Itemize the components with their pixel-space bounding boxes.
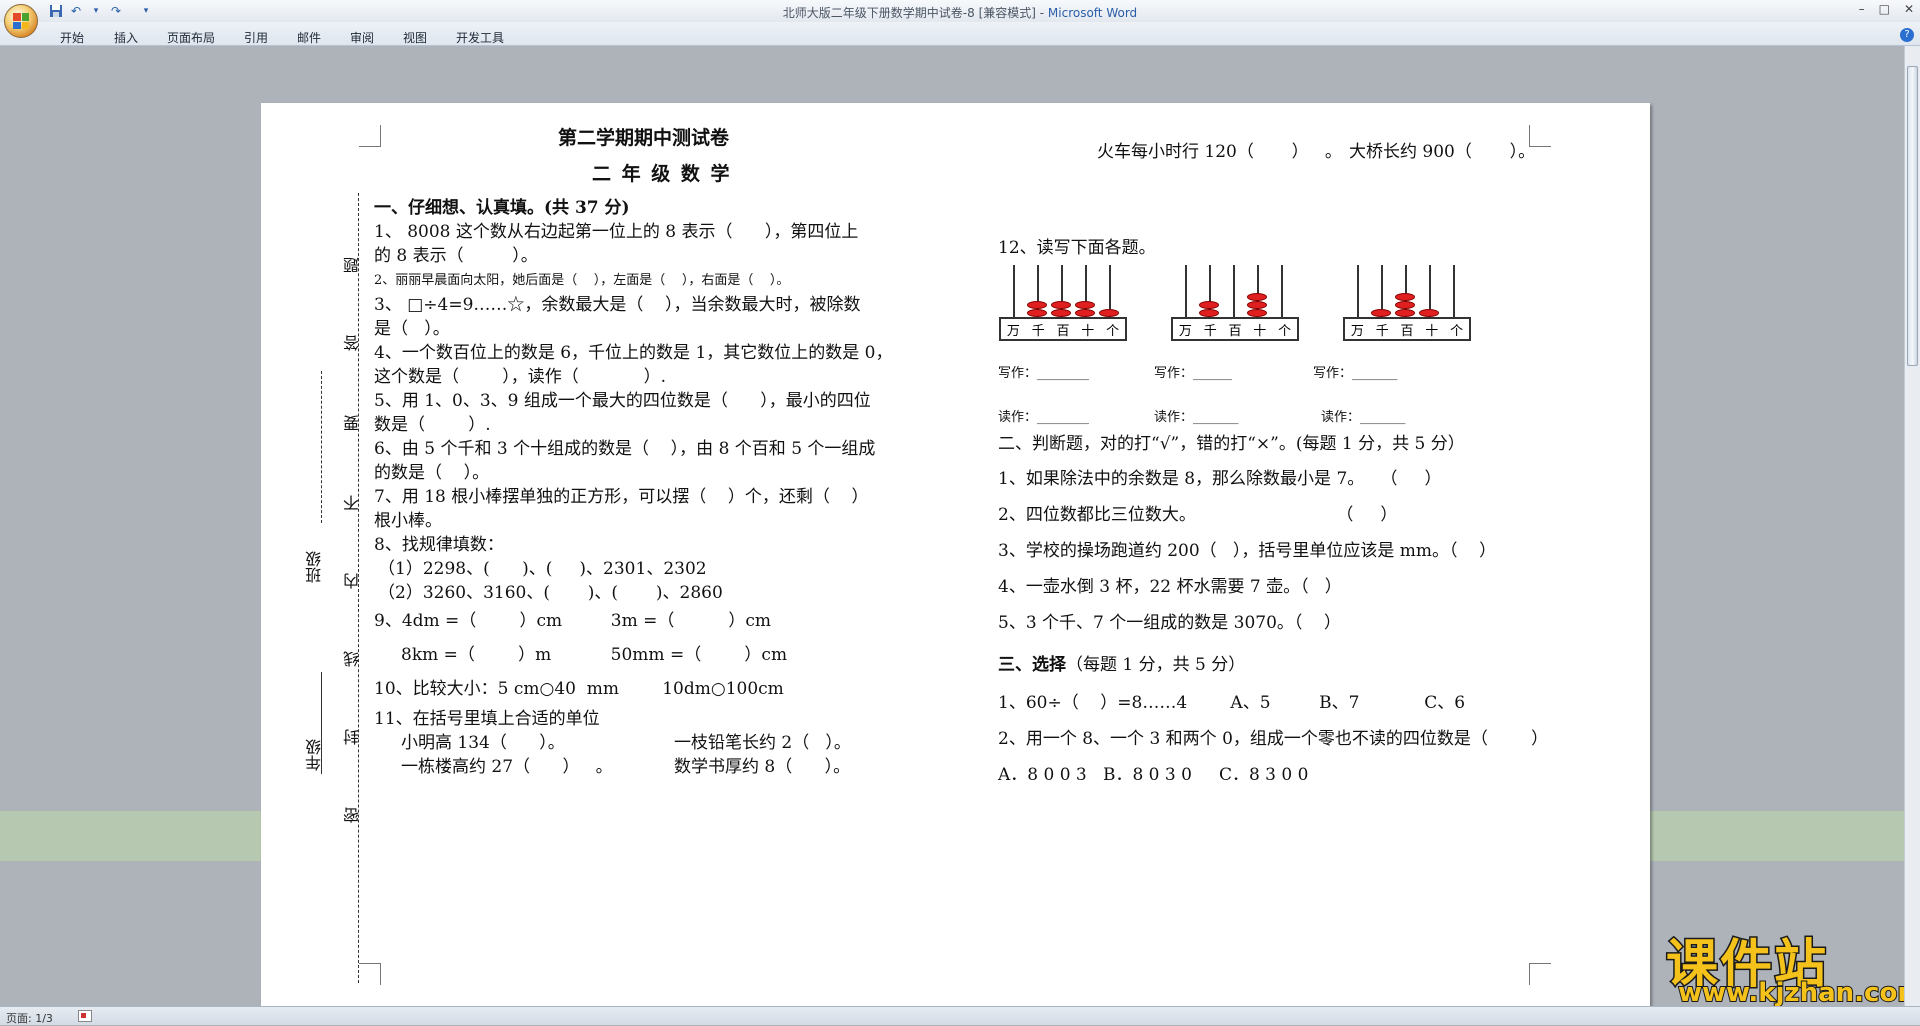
close-button[interactable]: ✕ <box>1904 2 1914 16</box>
window-title: 北师大版二年级下册数学期中试卷-8 [兼容模式] - Microsoft Wor… <box>0 4 1920 21</box>
seal-char: 要 <box>343 415 362 431</box>
crop-mark <box>359 963 381 985</box>
question-4-cont: 这个数是（ ），读作（ ）. <box>374 367 666 387</box>
right-top-2: 大桥长约 900（ ）。 <box>1349 142 1536 162</box>
abacus-2: 万千百十个 <box>1171 265 1299 351</box>
judge-2: 2、四位数都比三位数大。 （ ） <box>998 505 1398 525</box>
section-3-title: 三、选择 <box>998 655 1066 675</box>
crop-mark <box>359 125 381 147</box>
office-logo-icon <box>13 13 29 29</box>
window-controls: – □ ✕ <box>1859 2 1914 16</box>
write-1: 写作：________ <box>998 366 1090 381</box>
read-3: 读作：_______ <box>1321 410 1406 425</box>
question-8b: （2）3260、3160、( )、( )、2860 <box>378 583 723 603</box>
watermark-url: www.kjzhan.com <box>1677 977 1904 1006</box>
question-1-cont: 的 8 表示（ ）。 <box>374 246 538 266</box>
question-11b: 一枝铅笔长约 2（ ）。 <box>674 733 851 753</box>
write-2: 写作：______ <box>1154 366 1233 381</box>
section-3-heading: 三、选择（每题 1 分，共 5 分） <box>998 650 1245 675</box>
question-4: 4、一个数百位上的数是 6，千位上的数是 1，其它数位上的数是 0， <box>374 343 893 363</box>
tab-page-layout[interactable]: 页面布局 <box>167 29 215 46</box>
scrollbar-thumb[interactable] <box>1907 66 1918 366</box>
tab-insert[interactable]: 插入 <box>114 29 138 46</box>
write-3: 写作：_______ <box>1313 366 1398 381</box>
choice-1: 1、60÷（ ）=8……4 A、5 B、7 C、6 <box>998 693 1466 713</box>
help-icon[interactable]: ? <box>1900 28 1914 42</box>
seal-char: 密 <box>343 807 362 823</box>
judge-5: 5、3 个千、7 个一组成的数是 3070。（ ） <box>998 613 1342 633</box>
read-2: 读作：_______ <box>1154 410 1239 425</box>
seal-char: 不 <box>343 495 362 511</box>
question-7-cont: 根小棒。 <box>374 511 442 531</box>
question-8a: （1）2298、( )、( )、2301、2302 <box>378 559 707 579</box>
class-dashed-line <box>321 371 322 523</box>
crop-mark <box>1529 963 1551 985</box>
section-1-heading: 一、仔细想、认真填。(共 37 分) <box>374 198 630 218</box>
tab-references[interactable]: 引用 <box>244 29 268 46</box>
side-class-label: 班级 <box>305 551 324 583</box>
tab-mailings[interactable]: 邮件 <box>297 29 321 46</box>
minimize-button[interactable]: – <box>1859 2 1865 16</box>
judge-3: 3、学校的操场跑道约 200（ ），括号里单位应该是 mm。（ ） <box>998 541 1497 561</box>
ribbon-tabs: 开始 插入 页面布局 引用 邮件 审阅 视图 开发工具 <box>0 22 1920 46</box>
question-3-cont: 是（ ）。 <box>374 319 450 339</box>
abacus-1: 万千百十个 <box>999 265 1127 351</box>
page-indicator[interactable]: 页面: 1/3 <box>6 1010 53 1026</box>
question-11: 11、在括号里填上合适的单位 <box>374 709 600 729</box>
status-bar: 页面: 1/3 <box>0 1006 1920 1025</box>
question-1: 1、 8008 这个数从右边起第一位上的 8 表示（ ），第四位上 <box>374 222 859 242</box>
question-8: 8、找规律填数： <box>374 535 504 555</box>
question-10: 10、比较大小：5 cm○40 mm 10dm○100cm <box>374 679 784 699</box>
question-2: 2、丽丽早晨面向太阳，她后面是（ ），左面是（ ），右面是（ ）。 <box>374 273 790 288</box>
judge-4: 4、一壶水倒 3 杯，22 杯水需要 7 壶。（ ） <box>998 577 1342 597</box>
proofing-icon[interactable] <box>78 1010 92 1022</box>
exam-title: 第二学期期中测试卷 <box>558 127 730 149</box>
tab-review[interactable]: 审阅 <box>350 29 374 46</box>
question-3: 3、 □÷4=9……☆，余数最大是（ ），当余数最大时，被除数 <box>374 295 861 315</box>
question-6: 6、由 5 个千和 3 个十组成的数是（ ），由 8 个百和 5 个一组成 <box>374 439 876 459</box>
vertical-scrollbar[interactable] <box>1904 46 1920 1006</box>
seal-char: 线 <box>343 651 362 667</box>
right-top-1: 火车每小时行 120（ ） 。 <box>1097 142 1342 162</box>
exam-subtitle: 二 年 级 数 学 <box>592 163 732 185</box>
document-area: 班级 年级 题 答 要 不 内 线 封 密 第二学期期中测试卷 二 年 级 数 … <box>0 46 1904 1006</box>
document-page[interactable]: 班级 年级 题 答 要 不 内 线 封 密 第二学期期中测试卷 二 年 级 数 … <box>261 103 1650 1006</box>
question-6-cont: 的数是（ ）。 <box>374 463 490 483</box>
seal-char: 内 <box>343 573 362 589</box>
choice-2: 2、用一个 8、一个 3 和两个 0，组成一个零也不读的四位数是（ ） <box>998 729 1549 749</box>
document-title: 北师大版二年级下册数学期中试卷-8 [兼容模式] - <box>782 6 1048 20</box>
maximize-button[interactable]: □ <box>1879 2 1890 16</box>
judge-1: 1、如果除法中的余数是 8，那么除数最小是 7。 （ ） <box>998 469 1442 489</box>
site-watermark: 课件站 www.kjzhan.com <box>1658 922 1904 1007</box>
seal-char: 答 <box>343 335 362 351</box>
read-1: 读作：________ <box>998 410 1090 425</box>
side-grade-label: 年级 <box>305 739 324 771</box>
seal-char: 封 <box>343 729 362 745</box>
seal-char: 题 <box>343 257 362 273</box>
office-button[interactable] <box>4 4 38 38</box>
app-name: Microsoft Word <box>1047 6 1138 20</box>
question-12: 12、读写下面各题。 <box>998 238 1156 258</box>
tab-view[interactable]: 视图 <box>403 29 427 46</box>
tab-home[interactable]: 开始 <box>60 29 84 46</box>
section-2-heading: 二、判断题，对的打“√”，错的打“×”。(每题 1 分，共 5 分） <box>998 434 1465 454</box>
abacus-3: 万千百十个 <box>1343 265 1471 351</box>
choice-2-options: A．8 0 0 3 B．8 0 3 0 C．8 3 0 0 <box>998 765 1309 785</box>
question-9b: 8km =（ ）m 50mm =（ ）cm <box>401 645 788 665</box>
question-5-cont: 数是（ ）. <box>374 415 491 435</box>
question-11c: 一栋楼高约 27（ ） 。 <box>401 757 613 777</box>
tab-developer[interactable]: 开发工具 <box>456 29 504 46</box>
title-bar: ↶ ▾ ↷ ▾ 北师大版二年级下册数学期中试卷-8 [兼容模式] - Micro… <box>0 0 1920 22</box>
question-11d: 数学书厚约 8（ ）。 <box>674 757 851 777</box>
section-3-note: （每题 1 分，共 5 分） <box>1066 655 1246 675</box>
question-9a: 9、4dm =（ ）cm 3m =（ ）cm <box>374 611 772 631</box>
question-7: 7、用 18 根小棒摆单独的正方形，可以摆（ ）个，还剩（ ） <box>374 487 869 507</box>
question-5: 5、用 1、0、3、9 组成一个最大的四位数是（ ），最小的四位 <box>374 391 871 411</box>
question-11a: 小明高 134（ ）。 <box>401 733 565 753</box>
